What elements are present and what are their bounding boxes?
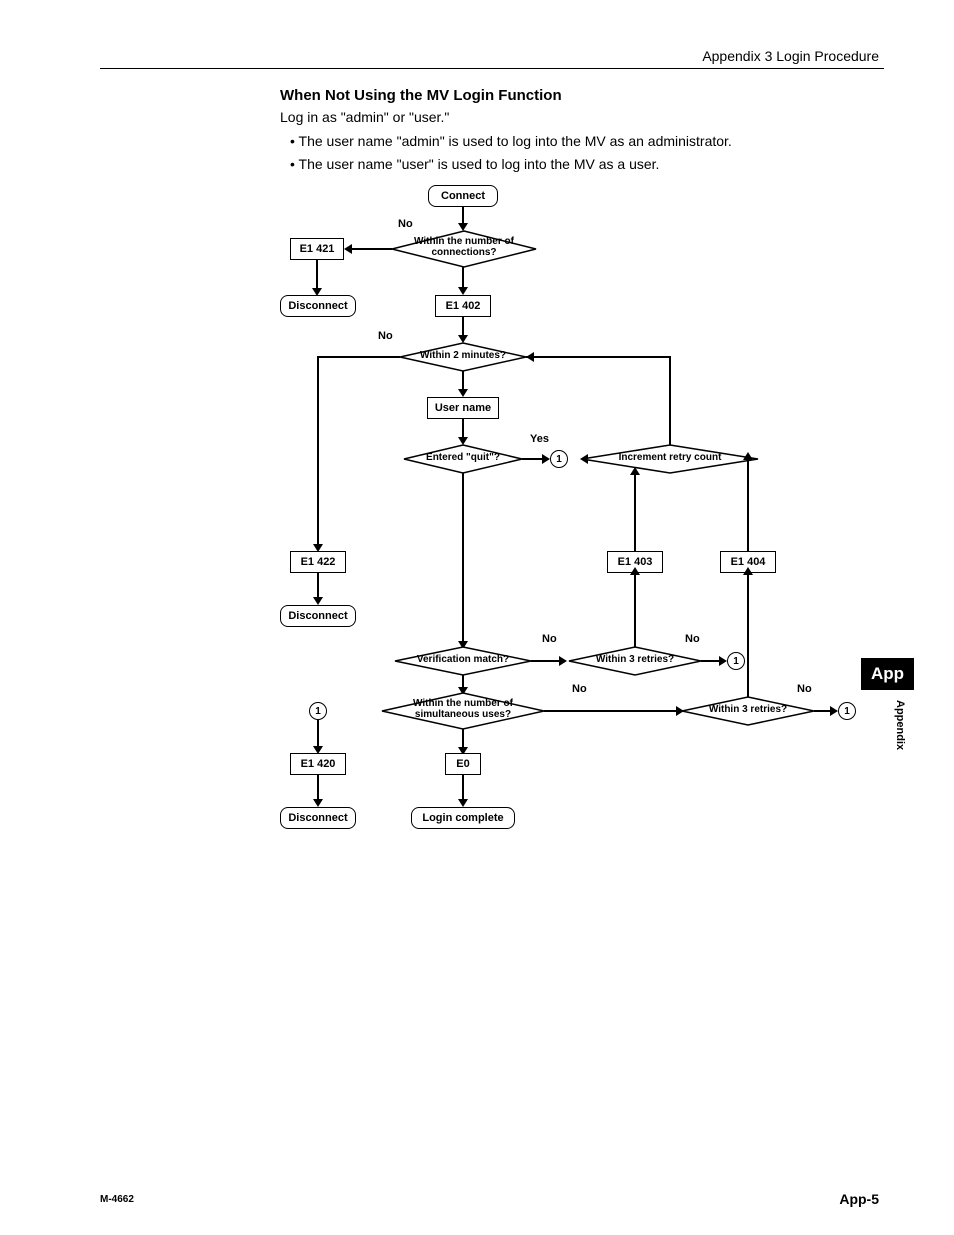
content-block: When Not Using the MV Login Function Log… [280,85,879,179]
node-disconnect-3: Disconnect [280,807,356,829]
footer-left: M-4662 [100,1194,134,1205]
node-connect: Connect [428,185,498,207]
node-within-2min: Within 2 minutes? [408,350,518,361]
bullet-2: The user name "user" is used to log into… [290,155,879,175]
label-no-4: No [685,633,700,645]
label-no-2: No [378,330,393,342]
node-within-3-retries-2: Within 3 retries? [693,704,803,715]
connector-1d: 1 [309,702,327,720]
connector-1c: 1 [838,702,856,720]
node-user-name: User name [427,397,499,419]
label-no-6: No [797,683,812,695]
label-no-3: No [542,633,557,645]
node-verification-match: Verification match? [404,654,522,665]
node-entered-quit: Entered "quit"? [414,452,512,463]
header-rule [100,68,884,69]
bullet-1: The user name "admin" is used to log int… [290,132,879,152]
node-disconnect-2: Disconnect [280,605,356,627]
node-within-3-retries-1: Within 3 retries? [580,654,690,665]
footer-right: App-5 [839,1191,879,1207]
label-no-1: No [398,218,413,230]
node-e1-421: E1 421 [290,238,344,260]
intro-text: Log in as "admin" or "user." [280,108,879,128]
flowchart: Connect Within the number of connections… [280,185,840,845]
node-e1-402: E1 402 [435,295,491,317]
connector-1a: 1 [550,450,568,468]
node-e1-420: E1 420 [290,753,346,775]
node-login-complete: Login complete [411,807,515,829]
connector-1b: 1 [727,652,745,670]
side-label-appendix: Appendix [894,700,906,750]
node-within-simultaneous: Within the number of simultaneous uses? [396,698,530,720]
section-title: When Not Using the MV Login Function [280,85,879,106]
node-e1-422: E1 422 [290,551,346,573]
header-text: Appendix 3 Login Procedure [702,48,879,64]
node-e0: E0 [445,753,481,775]
node-increment-retry: Increment retry count [600,452,740,463]
label-no-5: No [572,683,587,695]
node-disconnect-1: Disconnect [280,295,356,317]
label-yes: Yes [530,433,549,445]
side-tab: App [861,658,914,690]
node-within-connections: Within the number of connections? [400,236,528,258]
